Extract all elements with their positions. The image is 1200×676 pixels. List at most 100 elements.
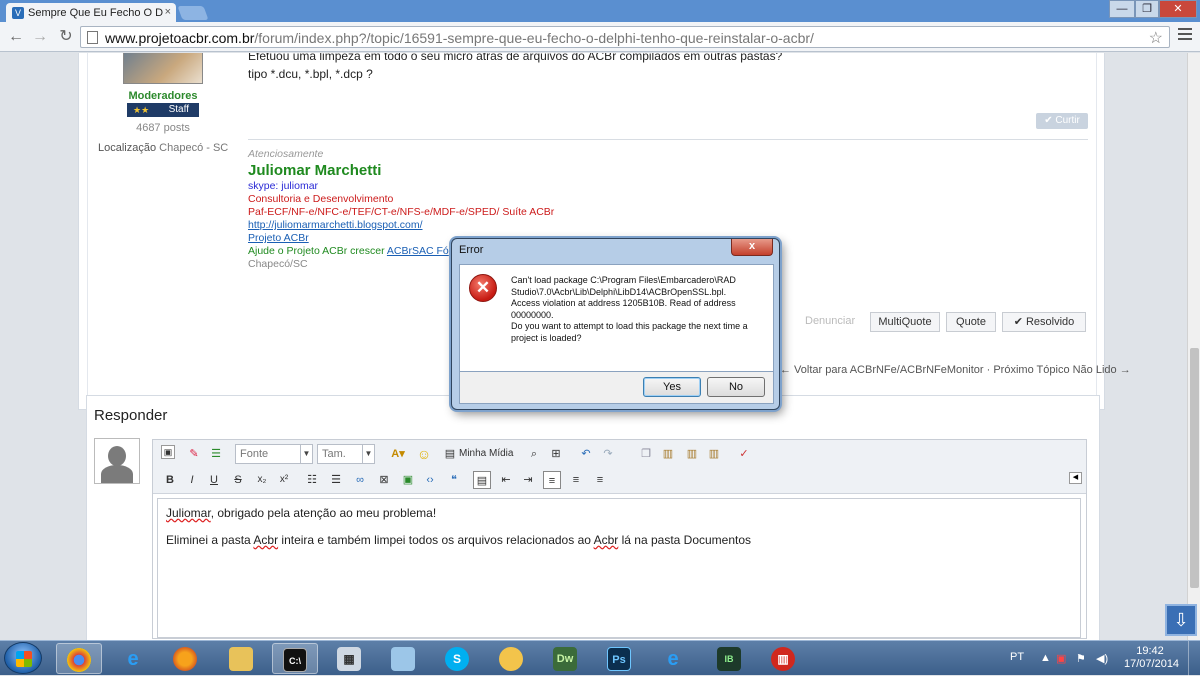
resolved-button[interactable]: ✔ Resolvido (1002, 312, 1086, 332)
subscript-icon[interactable]: x₂ (253, 471, 271, 489)
internet-explorer-task-icon[interactable]: e (110, 643, 156, 674)
indent-icon[interactable]: ⇥ (519, 471, 537, 489)
signature-name: Juliomar Marchetti (248, 162, 382, 179)
tab-close-icon[interactable]: × (165, 6, 171, 18)
reload-icon[interactable]: ↻ (56, 27, 76, 47)
page-scrollbar[interactable] (1187, 53, 1200, 640)
link-icon[interactable]: ∞ (351, 471, 369, 489)
quote-button[interactable]: Quote (946, 312, 996, 332)
maximize-button[interactable]: ❐ (1135, 0, 1159, 18)
binoculars-icon[interactable]: ⌕ (525, 445, 543, 463)
no-button[interactable]: No (707, 377, 765, 397)
select-all-icon[interactable]: ⊞ (547, 445, 565, 463)
bold-icon[interactable]: B (161, 471, 179, 489)
address-bar[interactable]: www.projetoacbr.com.br/forum/index.php?/… (80, 26, 1170, 48)
show-hidden-icons-icon[interactable]: ▲ (1040, 652, 1051, 664)
calculator-task-icon[interactable]: ▦ (326, 643, 372, 674)
speaker-icon[interactable]: ◀) (1096, 652, 1108, 665)
spoiler-icon[interactable]: ▤ (473, 471, 491, 489)
show-desktop-button[interactable] (1188, 641, 1200, 676)
report-link[interactable]: Denunciar (805, 315, 855, 327)
strike-icon[interactable]: S (229, 471, 247, 489)
blog-link[interactable]: http://juliomarmarchetti.blogspot.com/ (248, 219, 648, 232)
site-favicon-icon: V (12, 7, 24, 19)
window-close-button[interactable]: ✕ (1159, 0, 1197, 18)
bullet-list-icon[interactable]: ☷ (303, 471, 321, 489)
new-tab-button[interactable] (177, 6, 209, 20)
redo-icon[interactable]: ↷ (599, 445, 617, 463)
copy-icon[interactable]: ❐ (637, 445, 655, 463)
forward-arrow-icon[interactable]: → (30, 27, 50, 47)
my-media-button[interactable]: Minha Mídia (459, 445, 519, 463)
scrollbar-thumb[interactable] (1190, 348, 1199, 588)
image-icon[interactable]: ▣ (399, 471, 417, 489)
multiquote-button[interactable]: MultiQuote (870, 312, 940, 332)
dreamweaver-task-icon[interactable]: Dw (542, 643, 588, 674)
text-color-icon[interactable]: A▾ (389, 445, 407, 463)
chrome-task-icon[interactable] (56, 643, 102, 674)
language-indicator[interactable]: PT (1010, 651, 1024, 663)
superscript-icon[interactable]: x² (275, 471, 293, 489)
underline-icon[interactable]: U (205, 471, 223, 489)
ie-shortcut-task-icon[interactable]: e (650, 643, 696, 674)
dialog-close-button[interactable]: x (731, 239, 773, 256)
code-icon[interactable]: ‹› (421, 471, 439, 489)
collapse-toolbar-icon[interactable]: ◀ (1069, 472, 1082, 484)
bank-task-icon[interactable]: ▥ (760, 643, 806, 674)
topic-navigation[interactable]: ← Voltar para ACBrNFe/ACBrNFeMonitor · P… (780, 364, 1140, 376)
paste-word-icon[interactable]: ▥ (705, 445, 723, 463)
templates-icon[interactable]: ☰ (207, 445, 225, 463)
start-button[interactable] (4, 642, 42, 674)
minimize-button[interactable]: — (1109, 0, 1135, 18)
undo-icon[interactable]: ↶ (577, 445, 595, 463)
size-select[interactable]: Tam. ▼ (317, 444, 375, 464)
spellcheck-icon[interactable]: ✓ (735, 445, 753, 463)
align-right-icon[interactable]: ≡ (591, 471, 609, 489)
bookmark-star-icon[interactable]: ☆ (1149, 28, 1163, 48)
quote-icon[interactable]: ❝ (445, 471, 463, 489)
signature-line: Consultoria e Desenvolvimento (248, 193, 394, 205)
remove-format-icon[interactable]: ✎ (185, 445, 203, 463)
author-avatar[interactable] (123, 53, 203, 84)
yes-button[interactable]: Yes (643, 377, 701, 397)
align-center-icon[interactable]: ≡ (567, 471, 585, 489)
messenger-task-icon[interactable] (488, 643, 534, 674)
like-button[interactable]: ✔ Curtir (1036, 113, 1088, 129)
photoshop-task-icon[interactable]: Ps (596, 643, 642, 674)
windows-logo-icon (16, 651, 32, 667)
page-icon (87, 31, 98, 44)
cmd-task-icon[interactable]: C:\ (272, 643, 318, 674)
sac-link[interactable]: ACBrSAC Fó (387, 245, 449, 257)
dialog-title: Error (459, 244, 484, 256)
ib-task-icon[interactable]: IB (706, 643, 752, 674)
font-select[interactable]: Fonte ▼ (235, 444, 313, 464)
editor-toolbar: ▣ ✎ ☰ Fonte ▼ Tam. ▼ A▾ ☺ ▤ Minha Mídia … (153, 440, 1086, 494)
firefox-task-icon[interactable] (162, 643, 208, 674)
paste-icon[interactable]: ▥ (659, 445, 677, 463)
clock[interactable]: 19:42 17/07/2014 (1124, 645, 1179, 671)
back-arrow-icon[interactable]: ← (6, 27, 26, 47)
unlink-icon[interactable]: ⊠ (375, 471, 393, 489)
flag-icon[interactable]: ⚑ (1076, 652, 1086, 665)
numbered-list-icon[interactable]: ☰ (327, 471, 345, 489)
editor-content[interactable]: Juliomar, obrigado pela atenção ao meu p… (157, 498, 1081, 638)
chrome-menu-icon[interactable] (1178, 28, 1192, 42)
signature-greeting: Atenciosamente (248, 148, 324, 160)
tab-active[interactable]: V Sempre Que Eu Fecho O D × (6, 3, 176, 23)
location-value: Chapecó - SC (159, 142, 229, 154)
align-left-icon[interactable]: ≡ (543, 471, 561, 489)
emoticon-icon[interactable]: ☺ (415, 445, 433, 463)
font-select-label: Fonte (240, 448, 269, 460)
scroll-top-icon[interactable]: ⇩ (1165, 604, 1197, 636)
skype-task-icon[interactable]: S (434, 643, 480, 674)
explorer-task-icon[interactable] (218, 643, 264, 674)
paste-text-icon[interactable]: ▥ (683, 445, 701, 463)
source-icon[interactable]: ▣ (161, 445, 175, 459)
network-icon[interactable]: ▣ (1056, 652, 1066, 665)
dialog-message-line: Can't load package C:\Program Files\Emba… (511, 275, 736, 297)
italic-icon[interactable]: I (183, 471, 201, 489)
outdent-icon[interactable]: ⇤ (497, 471, 515, 489)
notepad-task-icon[interactable] (380, 643, 426, 674)
media-icon[interactable]: ▤ (441, 445, 459, 463)
help-text: Ajude o Projeto ACBr crescer (248, 245, 385, 257)
